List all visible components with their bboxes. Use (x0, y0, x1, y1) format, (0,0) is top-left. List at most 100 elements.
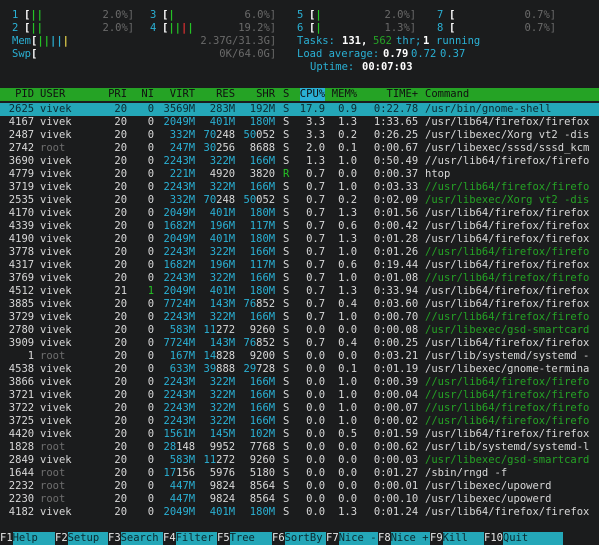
process-row[interactable]: 3909 vivek 20 0 7724M 143M 76852 S 0.7 0.4 0:00.25… (0, 337, 599, 350)
cpu-label: 3 (150, 9, 157, 21)
fkey-sortby[interactable]: F6 (272, 532, 285, 545)
process-row[interactable]: 4317 vivek 20 0 1682M 196M 117M S 0.7 0.6 0:19.44 /… (0, 259, 599, 272)
cell-res: 401M (209, 506, 236, 518)
fkey-label[interactable]: Nice + (390, 532, 430, 545)
column-header-nice[interactable]: NI (141, 88, 154, 101)
fkey-label[interactable]: Help (12, 532, 55, 545)
process-row[interactable]: 4512 vivek 21 1 2049M 401M 180M S 0.7 1.3 0:33.94 /… (0, 285, 599, 298)
cell-nice: 0 (147, 168, 155, 180)
cell-state: S (283, 285, 290, 297)
fkey-help[interactable]: F1 (0, 532, 13, 545)
fkey-label[interactable]: Nice - (338, 532, 378, 545)
cell-cpu-percent: 3.3 (306, 116, 326, 128)
cell-res: 145M (209, 428, 236, 440)
cell-virt: 28148 (163, 441, 196, 453)
column-header-mem-percent[interactable]: MEM% (332, 88, 357, 101)
column-header-priority[interactable]: PRI (108, 88, 127, 101)
process-row[interactable]: 3729 vivek 20 0 2243M 322M 166M S 0.7 1.0 0:00.70 /… (0, 311, 599, 324)
process-row[interactable]: 2230 root 20 0 447M 9824 8564 S 0.0 0.0 0:00.10/us… (0, 493, 599, 506)
cell-shr: 50052 (243, 194, 276, 206)
cell-res: 322M (209, 389, 236, 401)
process-row[interactable]: 4420 vivek 20 0 1561M 145M 102M S 0.0 0.5 0:01.59 /… (0, 428, 599, 441)
cell-shr: 180M (249, 285, 276, 297)
process-row[interactable]: 4182 vivek 20 0 2049M 401M 180M S 0.0 1.3 0:01.24 /… (0, 506, 599, 519)
process-row[interactable]: 1 root 20 0 167M 14828 9200 S 0.0 0.0 0:03.21/usr/… (0, 350, 599, 363)
process-row[interactable]: 3719 vivek 20 0 2243M 322M 166M S 0.7 1.0 0:03.33 /… (0, 181, 599, 194)
fkey-label[interactable]: Tree (229, 532, 272, 545)
process-row[interactable]: 2487 vivek 20 0 332M 70248 50052 S 3.3 0.2 0:26.25… (0, 129, 599, 142)
column-header-bar[interactable]: PID USER PRI NI VIRT RES SHR S CPU% MEM% TIME+ Comm… (0, 88, 599, 101)
cell-pid: 1644 (8, 467, 35, 479)
cell-command: //usr/lib64/firefox/firefo (425, 389, 590, 401)
column-header-time[interactable]: TIME+ (387, 88, 419, 101)
process-row[interactable]: 2742 root 20 0 247M 30256 8688 S 2.0 0.1 0:00.67/u… (0, 142, 599, 155)
cell-command: //usr/lib64/firefox/firefo (425, 415, 590, 427)
fkey-nice[interactable]: F7 (326, 532, 339, 545)
process-row[interactable]: 4167 vivek 20 0 2049M 401M 180M S 3.3 1.3 1:33.65 /… (0, 116, 599, 129)
cell-priority: 20 (114, 298, 128, 310)
process-row[interactable]: 4779 vivek 20 0 221M 4920 3820 R 0.7 0.0 0:00.37 ht… (0, 168, 599, 181)
column-header-pid[interactable]: PID (15, 88, 34, 101)
cell-state: S (283, 207, 290, 219)
cell-command: /usr/lib64/firefox/firefox (425, 207, 590, 219)
process-row[interactable]: 1828 root 20 0 28148 9952 7768 S 0.0 0.0 0:00.62/u… (0, 441, 599, 454)
process-row[interactable]: 3866 vivek 20 0 2243M 322M 166M S 0.0 1.0 0:00.39 /… (0, 376, 599, 389)
fkey-label[interactable]: Kill (442, 532, 484, 545)
fkey-nice[interactable]: F8 (378, 532, 391, 545)
fkey-label[interactable]: Search (120, 532, 163, 545)
fkey-label[interactable]: Setup (67, 532, 108, 545)
fkey-quit[interactable]: F10 (484, 532, 503, 545)
cell-state: S (283, 181, 290, 193)
cpu-label: 8 (437, 22, 444, 34)
fkey-kill[interactable]: F9 (430, 532, 443, 545)
process-row[interactable]: 3721 vivek 20 0 2243M 322M 166M S 0.0 1.0 0:00.04 /… (0, 389, 599, 402)
cell-user: root (40, 467, 66, 479)
column-header-res[interactable]: RES (216, 88, 235, 101)
process-row[interactable]: 2780 vivek 20 0 583M 11272 9260 S 0.0 0.0 0:00.08 /… (0, 324, 599, 337)
process-row[interactable]: 3722 vivek 20 0 2243M 322M 166M S 0.0 1.0 0:00.07 /… (0, 402, 599, 415)
process-row[interactable]: 2625 vivek 20 0 3569M 283M 192M S 17.9 0.9 0:22.78… (0, 103, 599, 116)
cell-res: 322M (209, 246, 236, 258)
cell-shr: 8564 (249, 480, 276, 492)
column-header-shr[interactable]: SHR (256, 88, 275, 101)
fkey-label[interactable]: Filter (175, 532, 217, 545)
fkey-search[interactable]: F3 (108, 532, 121, 545)
cell-shr: 166M (249, 181, 276, 193)
cell-state: S (283, 337, 290, 349)
cell-command: /usr/libexec/upowerd (425, 493, 552, 505)
process-row[interactable]: 4339 vivek 20 0 1682M 196M 117M S 0.7 0.6 0:00.42 /… (0, 220, 599, 233)
process-row[interactable]: 3769 vivek 20 0 2243M 322M 166M S 0.7 1.0 0:01.08 /… (0, 272, 599, 285)
cell-virt: 1561M (163, 428, 196, 440)
cell-res: 143M (209, 337, 236, 349)
column-header-cpu-percent[interactable]: CPU% (299, 88, 326, 101)
cell-virt: 247M (169, 142, 196, 154)
process-row[interactable]: 4538 vivek 20 0 633M 39888 29728 S 0.0 0.1 0:01.19… (0, 363, 599, 376)
process-row[interactable]: 4190 vivek 20 0 2049M 401M 180M S 0.7 1.3 0:01.28 /… (0, 233, 599, 246)
process-row[interactable]: 1644 root 20 0 17156 5976 5180 S 0.0 0.0 0:01.27/s… (0, 467, 599, 480)
process-row[interactable]: 2535 vivek 20 0 332M 70248 50052 S 0.7 0.2 0:02.09… (0, 194, 599, 207)
fkey-label[interactable]: SortBy (284, 532, 326, 545)
cell-cpu-percent: 3.3 (306, 129, 326, 141)
column-header-state[interactable]: S (283, 88, 289, 101)
process-row[interactable]: 3690 vivek 20 0 2243M 322M 166M S 1.3 1.0 0:50.49 /… (0, 155, 599, 168)
swap-value: 0K/64.0G] (219, 48, 277, 60)
fkey-tree[interactable]: F5 (217, 532, 230, 545)
process-row[interactable]: 2849 vivek 20 0 583M 11272 9260 S 0.0 0.0 0:00.03 /… (0, 454, 599, 467)
cell-user: vivek (40, 168, 72, 180)
cell-command: //usr/lib64/firefox/firefo (425, 376, 590, 388)
process-row[interactable]: 3885 vivek 20 0 7724M 143M 76852 S 0.7 0.4 0:03.60… (0, 298, 599, 311)
column-header-command[interactable]: Command (425, 88, 469, 101)
cell-virt: 7724M (163, 298, 196, 310)
process-row[interactable]: 3725 vivek 20 0 2243M 322M 166M S 0.0 1.0 0:00.02 /… (0, 415, 599, 428)
fkey-setup[interactable]: F2 (55, 532, 68, 545)
fkey-label[interactable]: Quit (502, 532, 563, 545)
process-row[interactable]: 3778 vivek 20 0 2243M 322M 166M S 0.7 1.0 0:01.26 /… (0, 246, 599, 259)
column-header-virt[interactable]: VIRT (170, 88, 195, 101)
process-row[interactable]: 2232 root 20 0 447M 9824 8564 S 0.0 0.0 0:00.01/us… (0, 480, 599, 493)
fkey-filter[interactable]: F4 (163, 532, 176, 545)
column-header-user[interactable]: USER (40, 88, 65, 101)
process-row[interactable]: 4170 vivek 20 0 2049M 401M 180M S 0.7 1.3 0:01.56 /… (0, 207, 599, 220)
cell-shr: 5180 (249, 467, 276, 479)
uptime-value: 00:07:03 (362, 61, 413, 73)
cell-command: /usr/lib64/firefox/firefox (425, 428, 590, 440)
